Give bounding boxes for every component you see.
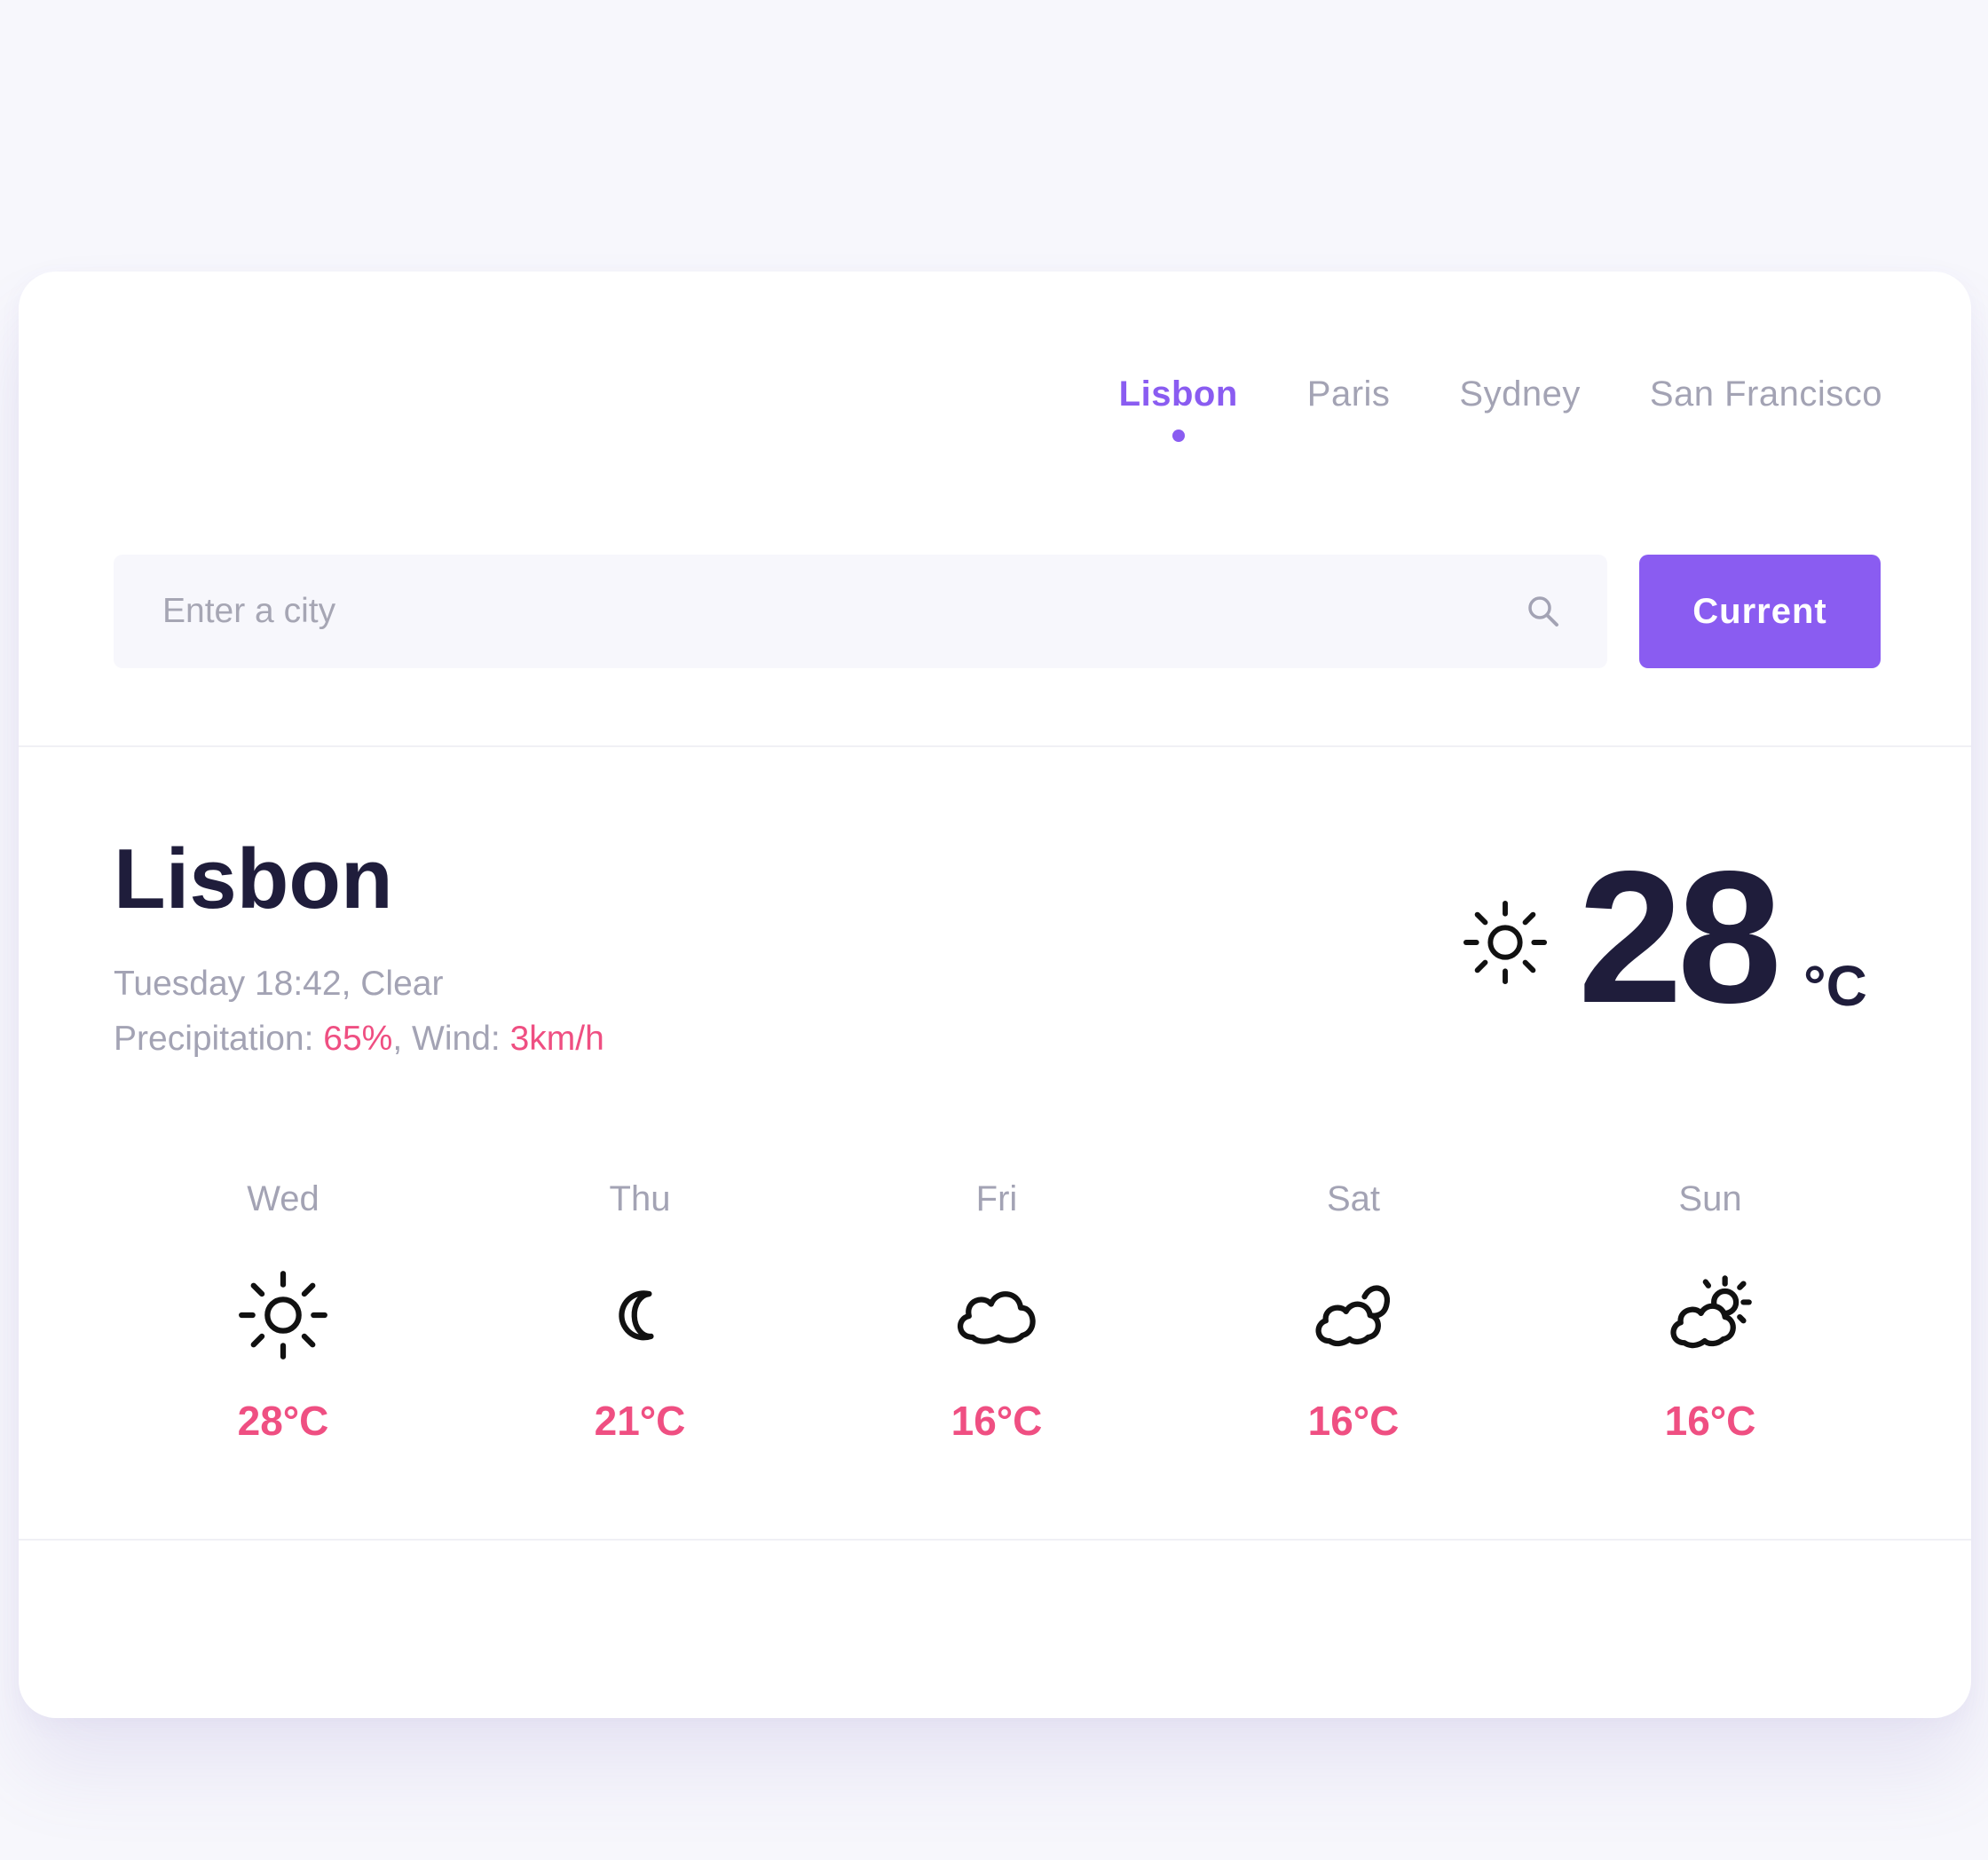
nav-item-lisbon[interactable]: Lisbon — [1118, 374, 1238, 442]
moon-cloud-icon — [1315, 1285, 1391, 1347]
forecast-day: Fri 16°C — [864, 1177, 1130, 1445]
active-indicator-dot — [1172, 430, 1185, 442]
day-name: Wed — [247, 1179, 320, 1218]
current-temperature: 28 — [1578, 831, 1782, 1042]
search-icon[interactable] — [1524, 592, 1563, 631]
day-name: Fri — [975, 1179, 1018, 1218]
day-temperature: 16°C — [1664, 1398, 1756, 1444]
nav-item-label: Paris — [1306, 374, 1391, 414]
precipitation-label: Precipitation: — [114, 1020, 324, 1058]
city-nav: Lisbon Paris Sydney San Francisco — [1118, 374, 1882, 442]
day-temperature: 28°C — [237, 1398, 329, 1444]
datetime-condition: Tuesday 18:42, Clear — [114, 965, 444, 1003]
sun-icon — [239, 1271, 327, 1360]
day-temperature: 16°C — [951, 1398, 1043, 1444]
forecast-day: Sun 16°C — [1577, 1177, 1843, 1445]
forecast-day: Sat 16°C — [1220, 1177, 1487, 1445]
city-title: Lisbon — [114, 831, 393, 926]
divider — [19, 1539, 1971, 1541]
nav-item-san-francisco[interactable]: San Francisco — [1650, 374, 1882, 414]
weather-card: Lisbon Paris Sydney San Francisco Curren… — [19, 272, 1971, 1718]
sun-cloud-icon — [1670, 1275, 1752, 1349]
weather-description: Tuesday 18:42, Clear Precipitation: 65%,… — [114, 957, 604, 1067]
cloud-icon — [958, 1291, 1036, 1344]
precip-wind-line: Precipitation: 65%, Wind: 3km/h — [114, 1012, 604, 1067]
nav-item-label: Lisbon — [1118, 374, 1238, 414]
day-name: Sun — [1678, 1179, 1742, 1218]
day-temperature: 16°C — [1307, 1398, 1400, 1444]
nav-item-paris[interactable]: Paris — [1307, 374, 1391, 414]
wind-value: 3km/h — [509, 1020, 604, 1058]
moon-icon — [619, 1290, 654, 1341]
day-temperature: 21°C — [594, 1398, 686, 1444]
day-name: Sat — [1326, 1179, 1381, 1218]
nav-item-label: Sydney — [1459, 374, 1581, 414]
forecast-day: Wed 28°C — [150, 1177, 416, 1445]
nav-item-sydney[interactable]: Sydney — [1459, 374, 1580, 414]
precipitation-value: 65% — [323, 1020, 393, 1058]
temperature-unit: °C — [1803, 954, 1867, 1018]
divider — [19, 745, 1971, 747]
nav-item-label: San Francisco — [1649, 374, 1882, 414]
search-box — [114, 555, 1607, 668]
current-location-button[interactable]: Current — [1639, 555, 1881, 668]
wind-label: , Wind: — [392, 1020, 510, 1058]
forecast-day: Thu 21°C — [507, 1177, 773, 1445]
day-name: Thu — [609, 1179, 671, 1218]
search-input[interactable] — [114, 555, 1524, 668]
sun-icon — [1463, 900, 1548, 985]
